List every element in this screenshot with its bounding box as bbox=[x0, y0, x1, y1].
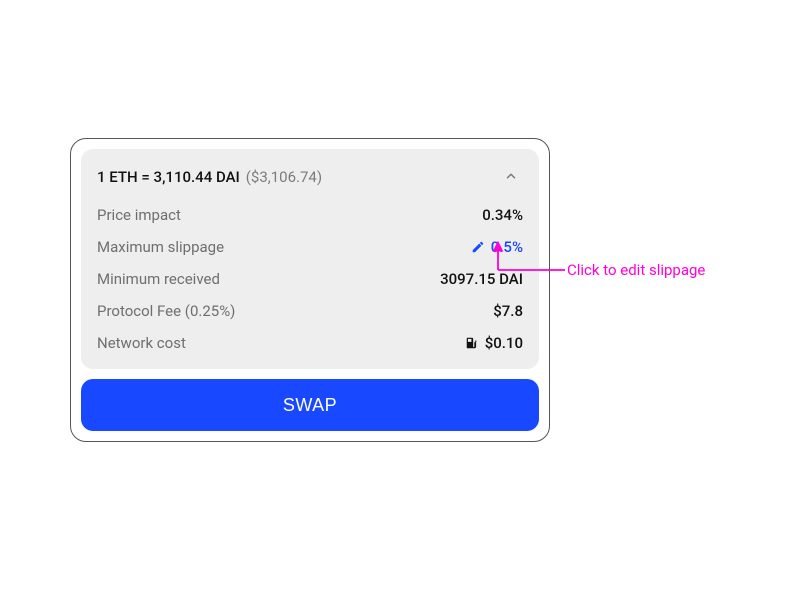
network-cost-label: Network cost bbox=[97, 334, 186, 352]
network-cost-row: Network cost $0.10 bbox=[95, 327, 525, 359]
edit-slippage-button[interactable]: 0.5% bbox=[471, 238, 523, 256]
protocol-fee-label: Protocol Fee (0.25%) bbox=[97, 302, 235, 320]
min-received-label: Minimum received bbox=[97, 270, 220, 288]
swap-button[interactable]: SWAP bbox=[81, 379, 539, 431]
price-impact-row: Price impact 0.34% bbox=[95, 199, 525, 231]
chevron-up-icon bbox=[504, 168, 518, 187]
exchange-rate-row: 1 ETH = 3,110.44 DAI ($3,106.74) bbox=[95, 161, 525, 199]
max-slippage-label: Maximum slippage bbox=[97, 238, 224, 256]
protocol-fee-row: Protocol Fee (0.25%) $7.8 bbox=[95, 295, 525, 327]
exchange-rate: 1 ETH = 3,110.44 DAI ($3,106.74) bbox=[97, 168, 322, 186]
exchange-rate-text: 1 ETH = 3,110.44 DAI bbox=[97, 168, 240, 186]
min-received-value: 3097.15 DAI bbox=[440, 270, 523, 288]
collapse-button[interactable] bbox=[499, 165, 523, 189]
swap-details-panel: 1 ETH = 3,110.44 DAI ($3,106.74) Price i… bbox=[81, 149, 539, 369]
price-impact-value: 0.34% bbox=[482, 206, 523, 224]
annotation-text: Click to edit slippage bbox=[567, 261, 705, 279]
min-received-row: Minimum received 3097.15 DAI bbox=[95, 263, 525, 295]
protocol-fee-value: $7.8 bbox=[493, 302, 523, 320]
swap-summary-card: 1 ETH = 3,110.44 DAI ($3,106.74) Price i… bbox=[70, 138, 550, 442]
max-slippage-value: 0.5% bbox=[491, 238, 523, 256]
exchange-rate-usd: ($3,106.74) bbox=[246, 168, 322, 186]
pencil-icon bbox=[471, 240, 485, 254]
max-slippage-row: Maximum slippage 0.5% bbox=[95, 231, 525, 263]
network-cost-value: $0.10 bbox=[485, 334, 523, 352]
gas-pump-icon bbox=[465, 336, 479, 350]
price-impact-label: Price impact bbox=[97, 206, 181, 224]
